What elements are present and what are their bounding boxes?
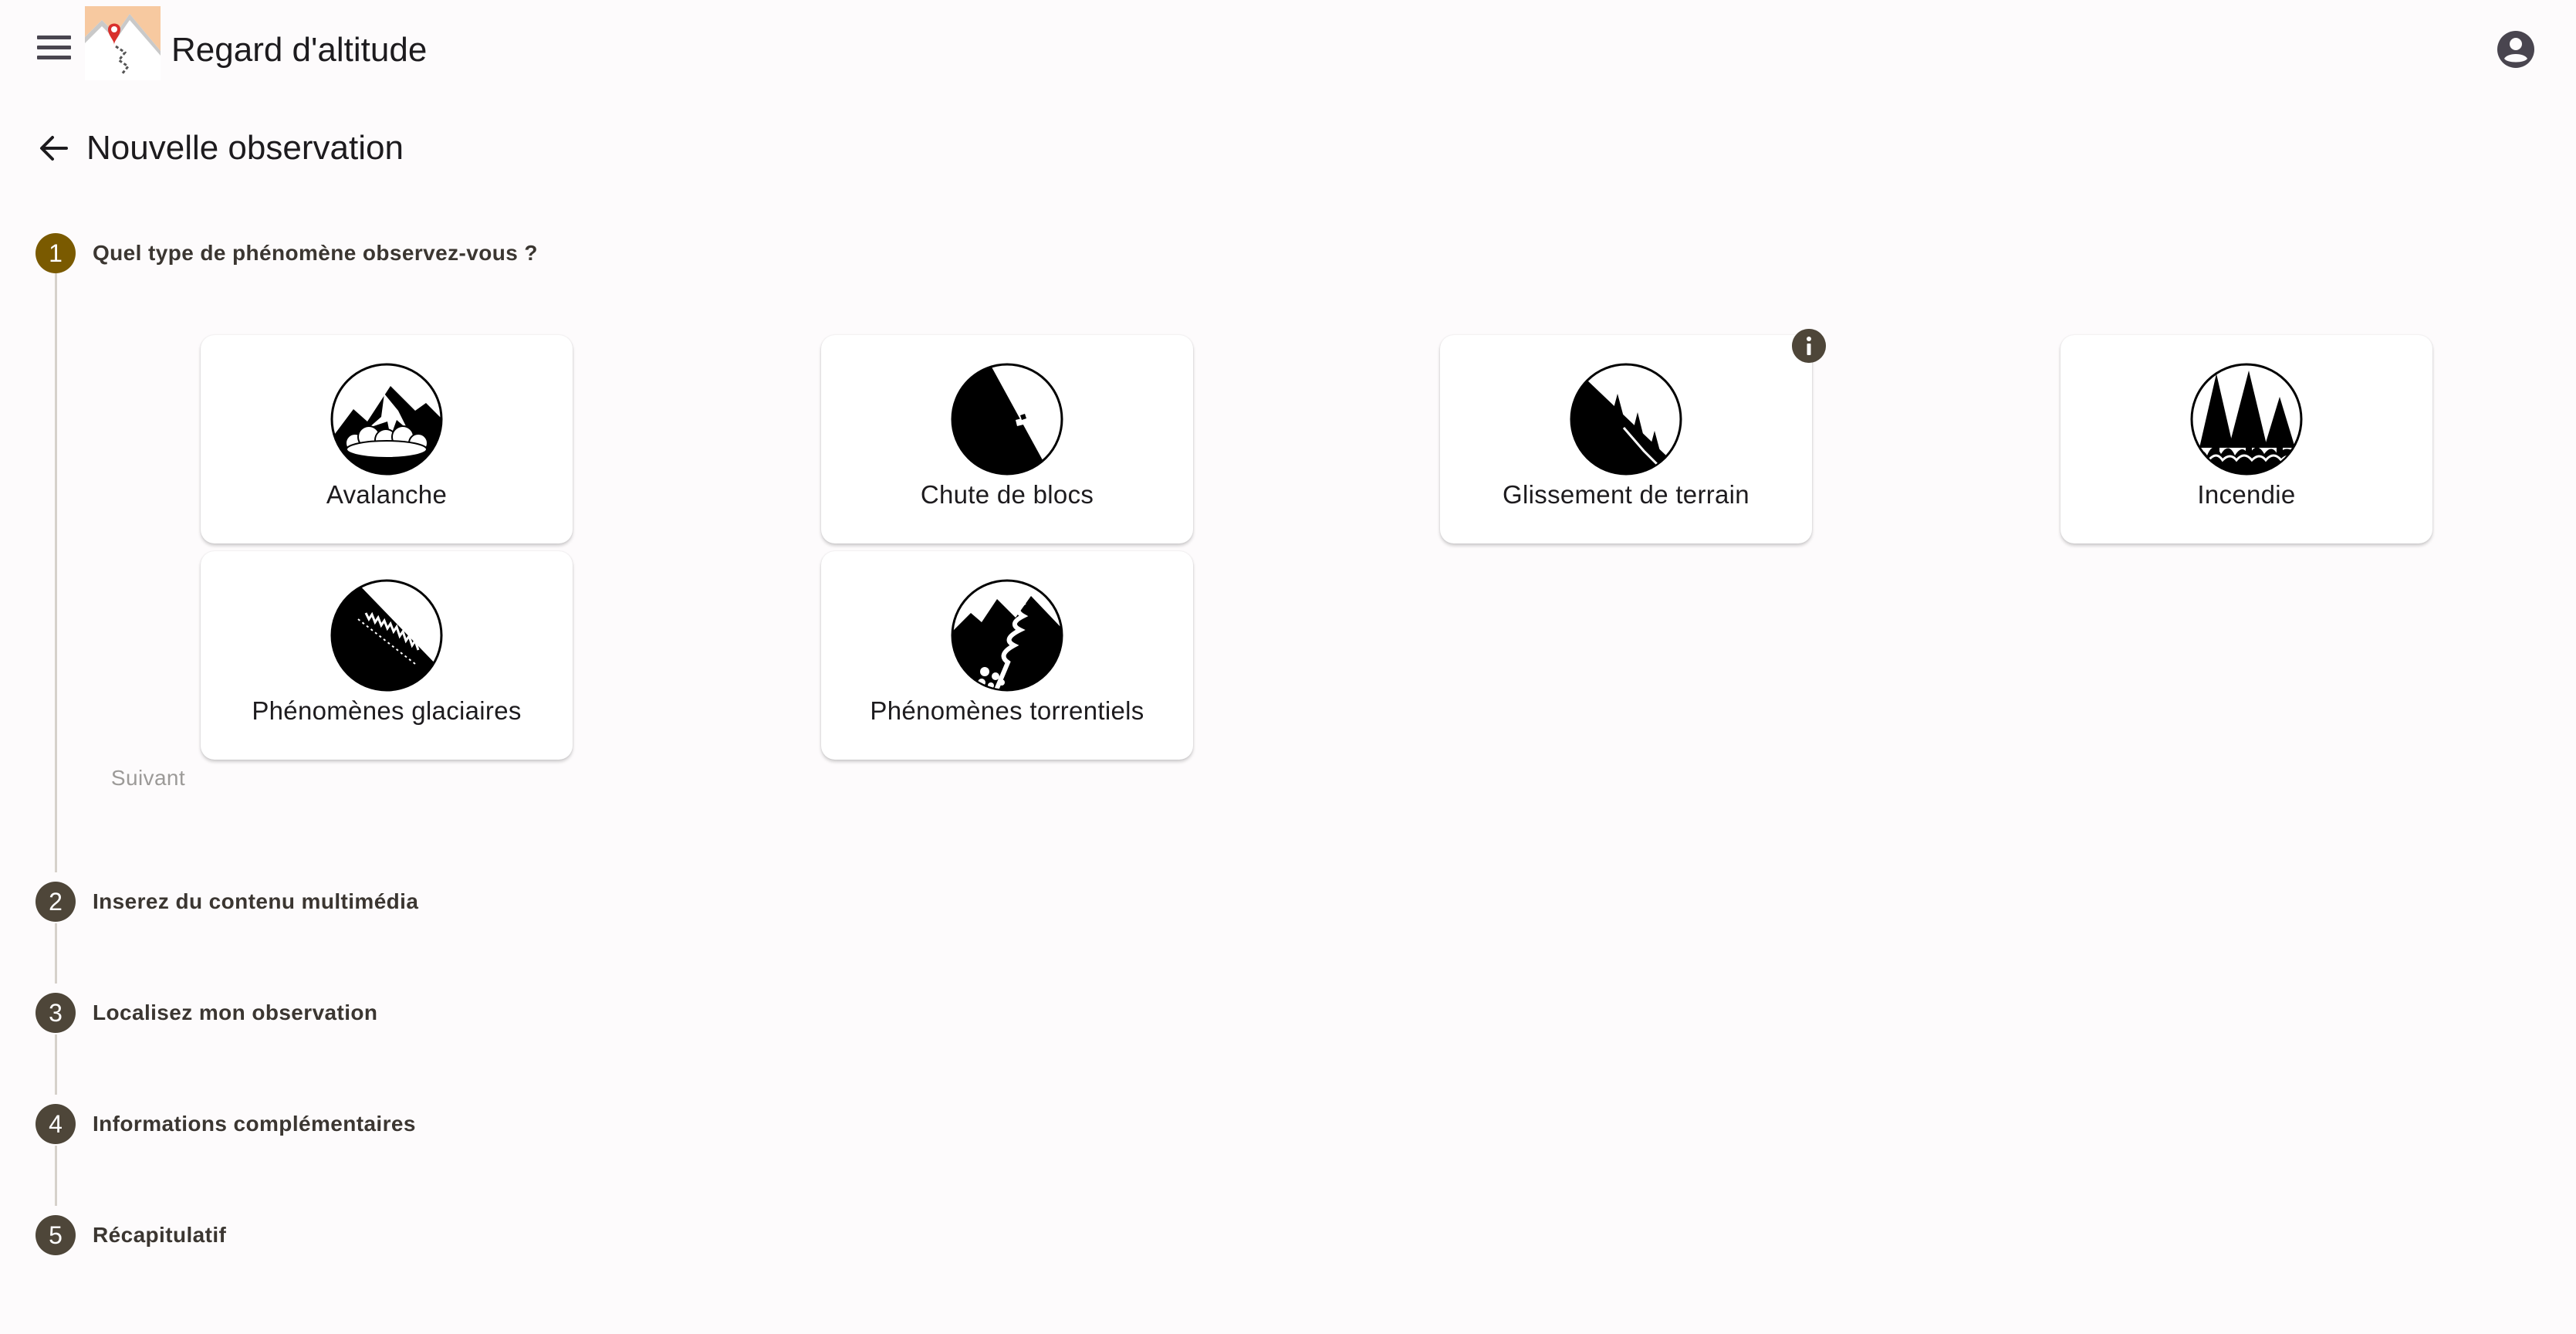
page-header: Nouvelle observation [0, 116, 695, 178]
menu-icon[interactable] [34, 31, 74, 68]
phenomenon-card-glacier[interactable]: Phénomènes glaciaires [201, 551, 573, 760]
phenomenon-label: Incendie [2197, 480, 2296, 509]
step-connector [55, 923, 57, 984]
torrent-icon [951, 579, 1063, 692]
phenomenon-card-wildfire[interactable]: Incendie [2060, 335, 2432, 543]
step-4-label[interactable]: Informations complémentaires [93, 1112, 416, 1136]
phenomenon-label: Chute de blocs [920, 480, 1094, 509]
info-icon[interactable] [1792, 329, 1826, 363]
phenomenon-label: Phénomènes torrentiels [870, 696, 1144, 725]
rockfall-icon [951, 363, 1063, 476]
step-connector [55, 1034, 57, 1095]
landslide-icon [1570, 363, 1682, 476]
step-3-badge[interactable]: 3 [35, 993, 76, 1033]
step-2-badge[interactable]: 2 [35, 882, 76, 922]
phenomenon-card-rockfall[interactable]: Chute de blocs [821, 335, 1193, 543]
app-logo-icon[interactable] [85, 6, 161, 80]
avalanche-icon [330, 363, 443, 476]
step-3-label[interactable]: Localisez mon observation [93, 1000, 377, 1025]
arrow-back-icon[interactable] [35, 131, 73, 165]
step-connector [55, 1146, 57, 1206]
phenomenon-label: Avalanche [326, 480, 448, 509]
phenomenon-card-avalanche[interactable]: Avalanche [201, 335, 573, 543]
step-2-label[interactable]: Inserez du contenu multimédia [93, 889, 418, 914]
step-4-badge[interactable]: 4 [35, 1104, 76, 1144]
next-button[interactable]: Suivant [96, 757, 201, 800]
step-1-badge[interactable]: 1 [35, 233, 76, 273]
phenomenon-card-landslide[interactable]: Glissement de terrain [1440, 335, 1812, 543]
step-5-badge[interactable]: 5 [35, 1215, 76, 1255]
phenomenon-label: Glissement de terrain [1503, 480, 1749, 509]
app-title: Regard d'altitude [171, 31, 428, 69]
phenomenon-card-torrent[interactable]: Phénomènes torrentiels [821, 551, 1193, 760]
phenomenon-label: Phénomènes glaciaires [252, 696, 522, 725]
step-1-label[interactable]: Quel type de phénomène observez-vous ? [93, 241, 538, 266]
account-circle-icon[interactable] [2496, 29, 2536, 69]
top-app-bar: Regard d'altitude [0, 0, 2576, 99]
step-connector [55, 273, 57, 872]
glacier-icon [330, 579, 443, 692]
page-title: Nouvelle observation [86, 129, 404, 167]
wildfire-icon [2190, 363, 2303, 476]
step-5-label[interactable]: Récapitulatif [93, 1223, 226, 1248]
